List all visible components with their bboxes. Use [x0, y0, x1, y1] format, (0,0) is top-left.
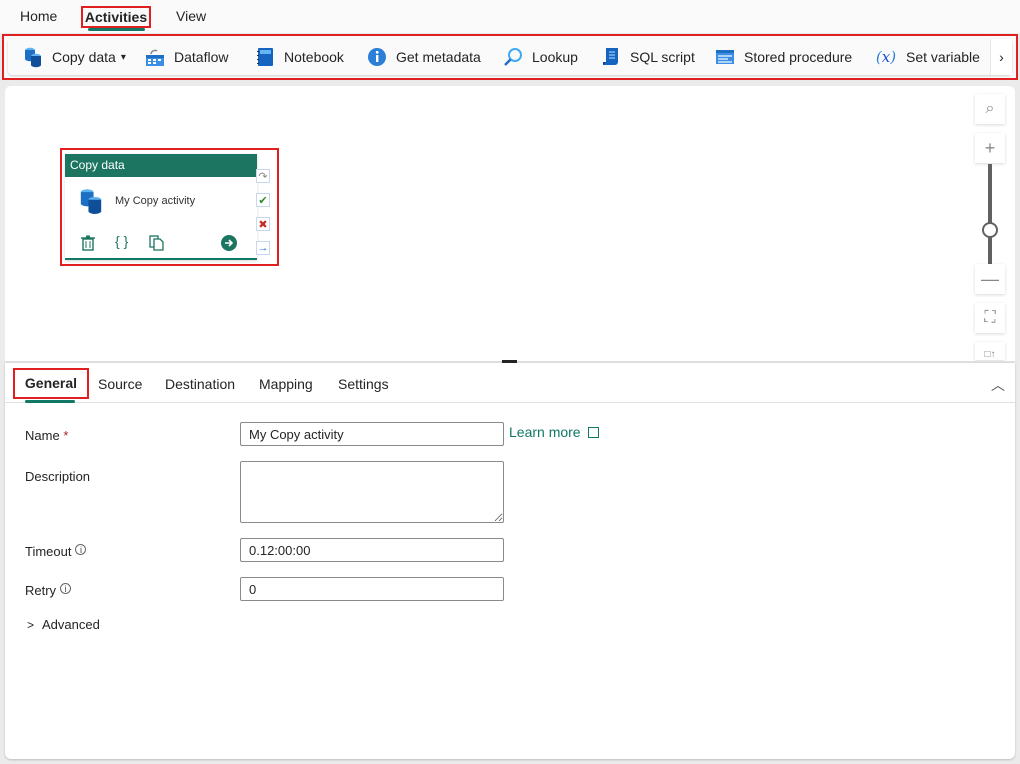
- copy-icon[interactable]: [149, 235, 164, 254]
- search-icon: ⌕: [985, 100, 995, 117]
- zoom-slider-track[interactable]: [988, 164, 992, 264]
- fit-screen-icon: ⛶: [984, 309, 996, 326]
- dataflow-label: Dataflow: [174, 49, 229, 65]
- skip-port[interactable]: ↷: [256, 169, 270, 183]
- name-label: Name *: [25, 428, 68, 443]
- zoom-in-button[interactable]: +: [975, 133, 1005, 163]
- info-icon[interactable]: i: [75, 544, 87, 555]
- learn-more-text: Learn more: [509, 424, 581, 440]
- auto-align-icon: □↑: [984, 349, 996, 360]
- tab-settings[interactable]: Settings: [338, 376, 389, 392]
- stored-procedure-icon: [714, 46, 736, 68]
- go-icon[interactable]: [221, 235, 237, 254]
- arrow-right-icon: →: [257, 242, 269, 254]
- skip-icon: ↷: [258, 170, 268, 183]
- copy-data-icon: [77, 187, 105, 220]
- tab-general[interactable]: General: [13, 368, 89, 399]
- fail-port[interactable]: ✖: [256, 217, 270, 231]
- tab-activities[interactable]: Activities: [81, 6, 151, 28]
- close-icon: ✖: [258, 218, 268, 231]
- chevron-up-icon: ︿: [991, 377, 1005, 393]
- dataflow-button[interactable]: Dataflow: [144, 39, 228, 75]
- retry-input[interactable]: [240, 577, 504, 601]
- toolbar-scroll-right-button[interactable]: ›: [990, 39, 1012, 75]
- copy-data-button[interactable]: Copy data ▾: [22, 39, 126, 75]
- set-variable-label: Set variable: [906, 49, 980, 65]
- retry-label-text: Retry: [25, 583, 57, 598]
- get-metadata-label: Get metadata: [396, 49, 481, 65]
- copy-data-activity[interactable]: Copy data My Copy activity { }: [65, 154, 257, 260]
- timeout-label: Timeout i: [25, 544, 87, 559]
- dataflow-icon: [144, 46, 166, 68]
- activities-toolbar: Copy data ▾ Dataflow Notebook Get metada…: [2, 34, 1018, 80]
- lookup-label: Lookup: [532, 49, 578, 65]
- completion-port[interactable]: →: [256, 241, 270, 255]
- timeout-label-text: Timeout: [25, 544, 72, 559]
- sql-script-icon: [600, 46, 622, 68]
- name-input[interactable]: [240, 422, 504, 446]
- notebook-button[interactable]: Notebook: [254, 39, 344, 75]
- delete-icon[interactable]: [81, 235, 95, 254]
- get-metadata-button[interactable]: Get metadata: [366, 39, 481, 75]
- copy-data-label: Copy data: [52, 49, 116, 65]
- ribbon-menu: Home Activities View: [0, 0, 1020, 33]
- name-label-text: Name: [25, 428, 60, 443]
- description-label: Description: [25, 469, 91, 484]
- active-tab-indicator: [25, 400, 75, 403]
- tab-home[interactable]: Home: [20, 6, 57, 28]
- toolbar-inner: Copy data ▾ Dataflow Notebook Get metada…: [8, 39, 1012, 75]
- info-icon[interactable]: i: [60, 583, 72, 594]
- lookup-button[interactable]: Lookup: [502, 39, 578, 75]
- properties-panel: General Source Destination Mapping Setti…: [5, 363, 1015, 759]
- tab-mapping[interactable]: Mapping: [259, 376, 313, 392]
- minus-icon: —: [981, 268, 999, 289]
- advanced-label: Advanced: [42, 617, 100, 632]
- activity-name: My Copy activity: [115, 195, 196, 207]
- variable-icon: (x): [875, 48, 897, 66]
- tab-source[interactable]: Source: [98, 376, 142, 392]
- fit-to-screen-button[interactable]: ⛶: [975, 303, 1005, 333]
- retry-label: Retry i: [25, 583, 72, 598]
- collapse-panel-button[interactable]: ︿: [991, 375, 1005, 395]
- external-link-icon: [588, 427, 600, 438]
- learn-more-link[interactable]: Learn more: [509, 424, 600, 440]
- sql-script-label: SQL script: [630, 49, 695, 65]
- description-input[interactable]: [240, 461, 504, 523]
- notebook-label: Notebook: [284, 49, 344, 65]
- tab-destination[interactable]: Destination: [165, 376, 235, 392]
- check-icon: ✔: [258, 194, 268, 207]
- stored-procedure-label: Stored procedure: [744, 49, 853, 65]
- plus-icon: +: [984, 137, 996, 158]
- code-icon[interactable]: { }: [115, 233, 128, 249]
- notebook-icon: [254, 46, 276, 68]
- required-indicator: *: [63, 428, 69, 443]
- zoom-out-button[interactable]: —: [975, 264, 1005, 294]
- timeout-input[interactable]: [240, 538, 504, 562]
- sql-script-button[interactable]: SQL script: [600, 39, 695, 75]
- stored-procedure-button[interactable]: Stored procedure: [714, 39, 852, 75]
- success-port[interactable]: ✔: [256, 193, 270, 207]
- chevron-right-icon: ›: [999, 49, 1004, 65]
- canvas-search-button[interactable]: ⌕: [975, 94, 1005, 124]
- info-icon: [366, 46, 388, 68]
- advanced-toggle[interactable]: > Advanced: [27, 617, 100, 632]
- tab-view[interactable]: View: [176, 6, 206, 28]
- active-tab-indicator: [88, 28, 145, 31]
- zoom-slider-thumb[interactable]: [982, 222, 998, 238]
- auto-align-button[interactable]: □↑: [975, 342, 1005, 360]
- lookup-icon: [502, 46, 524, 68]
- set-variable-button[interactable]: (x) Set variable: [874, 39, 980, 75]
- chevron-down-icon[interactable]: ▾: [121, 52, 126, 63]
- copy-data-icon: [22, 46, 44, 68]
- properties-tabs: General Source Destination Mapping Setti…: [5, 363, 1015, 403]
- chevron-right-icon: >: [27, 618, 35, 632]
- activity-type-label: Copy data: [65, 154, 257, 177]
